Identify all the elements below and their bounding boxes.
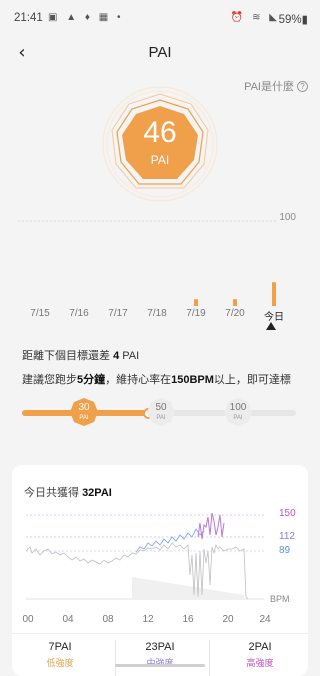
milestone-unit: PAI <box>79 415 89 421</box>
summary-label: 中強度 <box>146 658 174 668</box>
goal-label: 100 <box>279 212 296 223</box>
help-label: PAI是什麼 <box>244 81 294 93</box>
milestone-30: 30 PAI <box>69 397 99 427</box>
suggestion-minutes: 5分鐘 <box>77 374 106 386</box>
day-label[interactable]: 7/20 <box>221 308 249 319</box>
milestone-100: 100 PAI <box>223 397 253 427</box>
summary-label: 低強度 <box>46 658 74 668</box>
hour-label: 04 <box>62 614 74 625</box>
hour-label: 00 <box>22 614 34 625</box>
hr-high-threshold: 150 <box>279 508 296 519</box>
system-icons: ⏰ ≋ ◣ <box>230 12 280 23</box>
heart-rate-chart <box>25 512 264 600</box>
hour-label: 20 <box>222 614 234 625</box>
day-label[interactable]: 7/19 <box>182 308 210 319</box>
hour-label: 12 <box>142 614 154 625</box>
pai-score-badge: 46 PAI <box>102 86 218 202</box>
suggestion-bpm: 150BPM <box>171 374 214 386</box>
notification-icons: ▣ ▲ ♦ ▦ • <box>48 12 124 23</box>
weekly-pai-chart: 100 7/15 7/16 7/17 7/18 7/19 7/20 今日 <box>18 208 302 336</box>
day-label[interactable]: 7/17 <box>104 308 132 319</box>
bpm-axis-label: BPM <box>270 594 290 604</box>
pai-progress-track: 30 PAI 50 PAI 100 PAI <box>22 395 298 429</box>
milestone-50: 50 PAI <box>146 397 176 427</box>
goal-gap-text: 距離下個目標還差 4 PAI <box>22 347 139 363</box>
gesture-nav-handle[interactable] <box>115 664 205 667</box>
summary-value: 7PAI <box>48 641 72 653</box>
suggestion-part3: 以上，即可達標 <box>213 374 291 386</box>
goal-gap-suffix: PAI <box>119 350 140 362</box>
suggestion-text: 建議您跑步5分鐘，維持心率在150BPM以上，即可達標 <box>22 371 291 387</box>
today-marker-icon <box>266 322 276 330</box>
pai-score-unit: PAI <box>150 153 170 167</box>
weekly-bars <box>18 220 276 306</box>
pai-score-value: 46 <box>143 116 177 149</box>
milestone-unit: PAI <box>156 415 166 421</box>
milestone-value: 30 <box>78 402 90 413</box>
summary-low-intensity: 7PAI 低強度 <box>20 641 100 669</box>
goal-gap-prefix: 距離下個目標還差 <box>22 350 110 362</box>
suggestion-part1: 建議您跑步 <box>22 374 77 386</box>
summary-divider <box>12 633 308 634</box>
column-separator <box>209 640 210 676</box>
summary-label: 高強度 <box>246 658 274 668</box>
app-header: ‹ PAI <box>0 36 320 72</box>
hr-mid-threshold: 112 <box>279 531 295 542</box>
hr-low-threshold: 89 <box>279 545 291 556</box>
hour-label: 24 <box>259 614 271 625</box>
today-pai-card[interactable]: 今日共獲得 32PAI 150 112 89 BPM 00 04 08 12 1… <box>12 465 308 676</box>
day-label[interactable]: 7/15 <box>26 308 54 319</box>
status-time: 21:41 <box>14 12 43 24</box>
status-bar: 21:41 ▣ ▲ ♦ ▦ • ⏰ ≋ ◣ 59%▮ <box>0 0 320 36</box>
hour-label: 16 <box>182 614 194 625</box>
pai-bar <box>272 282 276 306</box>
summary-value: 23PAI <box>145 641 175 653</box>
page-title: PAI <box>148 44 172 61</box>
pai-help-link[interactable]: PAI是什麼 ? <box>244 78 308 94</box>
battery-level: 59%▮ <box>278 14 308 26</box>
summary-value: 2PAI <box>248 641 272 653</box>
day-label[interactable]: 7/18 <box>143 308 171 319</box>
hour-label: 08 <box>102 614 114 625</box>
milestone-unit: PAI <box>233 415 243 421</box>
suggestion-part2: ，維持心率在 <box>105 374 172 386</box>
milestone-value: 50 <box>155 402 167 413</box>
summary-high-intensity: 2PAI 高強度 <box>220 641 300 669</box>
day-label[interactable]: 今日 <box>260 308 288 323</box>
day-label[interactable]: 7/16 <box>65 308 93 319</box>
milestone-value: 100 <box>229 402 247 413</box>
pai-bar <box>233 299 237 306</box>
question-mark-icon: ? <box>297 80 308 92</box>
column-separator <box>115 640 116 676</box>
pai-bar <box>194 299 198 306</box>
